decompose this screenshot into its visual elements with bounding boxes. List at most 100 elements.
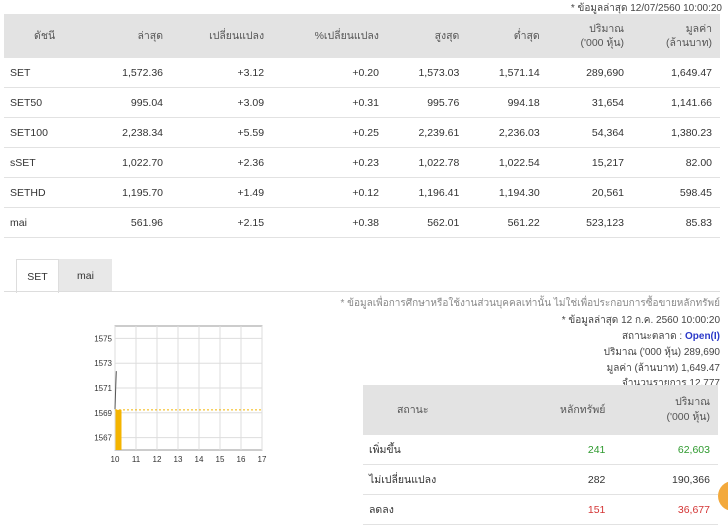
breadth-status: ไม่เปลี่ยนแปลง <box>363 464 506 495</box>
breadth-status: ลดลง <box>363 494 506 525</box>
breadth-volume: 36,677 <box>613 494 718 525</box>
cell-value: 598.45 <box>632 177 720 208</box>
tab-mai[interactable]: mai <box>59 259 112 291</box>
breadth-volume: 190,366 <box>613 464 718 495</box>
col-header-last: ล่าสุด <box>90 14 172 58</box>
market-status-value: Open(I) <box>685 331 720 342</box>
cell-high: 1,196.41 <box>386 177 468 208</box>
cell-value: 1,141.66 <box>632 87 720 118</box>
table-row: เพิ่มขึ้น 241 62,603 <box>363 435 718 465</box>
cell-low: 561.22 <box>467 207 548 238</box>
cell-change: +3.09 <box>171 87 273 118</box>
breadth-count: 282 <box>505 464 614 495</box>
table-row: mai 561.96 +2.15 +0.38 562.01 561.22 523… <box>4 207 720 238</box>
info-last-update: * ข้อมูลล่าสุด 12 ก.ค. 2560 10:00:20 <box>561 315 720 326</box>
cell-value: 82.00 <box>632 147 720 178</box>
cell-volume: 289,690 <box>547 58 633 88</box>
col-header-index: ดัชนี <box>4 14 91 58</box>
col-header-low: ต่ำสุด <box>467 14 548 58</box>
col-header-status: สถานะ <box>363 385 506 435</box>
col-header-value: มูลค่า (ล้านบาท) <box>632 14 720 58</box>
cell-pct-change: +0.25 <box>272 117 387 148</box>
cell-change: +1.49 <box>171 177 273 208</box>
col-header-high: สูงสุด <box>386 14 468 58</box>
cell-volume: 15,217 <box>547 147 633 178</box>
market-status: สถานะตลาด : Open(I) <box>622 329 720 344</box>
breadth-status: เพิ่มขึ้น <box>363 435 506 465</box>
index-name: SET <box>4 58 91 88</box>
cell-pct-change: +0.20 <box>272 58 387 88</box>
col-header-securities: หลักทรัพย์ <box>505 385 614 435</box>
cell-high: 562.01 <box>386 207 468 238</box>
chart-y-tick-label: 1569 <box>94 409 112 418</box>
disclaimer-text: * ข้อมูลเพื่อการศึกษาหรือใช้งานส่วนบุคคล… <box>340 298 721 309</box>
cell-value: 85.83 <box>632 207 720 238</box>
tab-divider <box>4 291 720 292</box>
cell-volume: 54,364 <box>547 117 633 148</box>
table-row: SET100 2,238.34 +5.59 +0.25 2,239.61 2,2… <box>4 117 720 148</box>
breadth-count: 241 <box>505 435 614 465</box>
index-link-sethd[interactable]: SETHD <box>4 177 91 208</box>
cell-pct-change: +0.38 <box>272 207 387 238</box>
index-name: mai <box>4 207 91 238</box>
table-row: SET 1,572.36 +3.12 +0.20 1,573.03 1,571.… <box>4 58 720 88</box>
scroll-to-top-button[interactable] <box>718 481 728 511</box>
table-header-row: สถานะ หลักทรัพย์ ปริมาณ ('000 หุ้น) <box>363 385 718 435</box>
table-header-row: ดัชนี ล่าสุด เปลี่ยนแปลง %เปลี่ยนแปลง สู… <box>4 14 720 58</box>
chart-y-tick-label: 1571 <box>94 384 112 393</box>
cell-last: 1,572.36 <box>90 58 172 88</box>
info-volume-value: 289,690 <box>683 347 720 358</box>
cell-volume: 20,561 <box>547 177 633 208</box>
market-breadth-table: สถานะ หลักทรัพย์ ปริมาณ ('000 หุ้น) เพิ่ม… <box>363 385 718 525</box>
cell-last: 1,195.70 <box>90 177 172 208</box>
cell-high: 2,239.61 <box>386 117 468 148</box>
index-link-set50[interactable]: SET50 <box>4 87 91 118</box>
cell-low: 1,022.54 <box>467 147 548 178</box>
cell-value: 1,380.23 <box>632 117 720 148</box>
cell-low: 2,236.03 <box>467 117 548 148</box>
breadth-volume: 62,603 <box>613 435 718 465</box>
chart-y-tick-label: 1567 <box>94 434 112 443</box>
col-header-pct-change: %เปลี่ยนแปลง <box>272 14 387 58</box>
cell-pct-change: +0.23 <box>272 147 387 178</box>
cell-high: 1,573.03 <box>386 58 468 88</box>
chart-x-tick-label: 12 <box>153 455 162 464</box>
chart-x-tick-label: 14 <box>195 455 204 464</box>
index-link-sset[interactable]: sSET <box>4 147 91 178</box>
cell-volume: 523,123 <box>547 207 633 238</box>
chart-y-tick-label: 1573 <box>94 359 112 368</box>
cell-high: 1,022.78 <box>386 147 468 178</box>
cell-last: 995.04 <box>90 87 172 118</box>
chart-x-tick-label: 11 <box>132 455 141 464</box>
cell-value: 1,649.47 <box>632 58 720 88</box>
chart-volume-bar <box>115 409 122 450</box>
cell-last: 1,022.70 <box>90 147 172 178</box>
cell-change: +3.12 <box>171 58 273 88</box>
cell-pct-change: +0.31 <box>272 87 387 118</box>
table-row: sSET 1,022.70 +2.36 +0.23 1,022.78 1,022… <box>4 147 720 178</box>
breadth-count: 151 <box>505 494 614 525</box>
cell-low: 1,194.30 <box>467 177 548 208</box>
market-tabs: SET mai <box>16 259 196 293</box>
cell-change: +2.36 <box>171 147 273 178</box>
col-header-volume: ปริมาณ ('000 หุ้น) <box>613 385 718 435</box>
table-row: ไม่เปลี่ยนแปลง 282 190,366 <box>363 464 718 495</box>
tab-set[interactable]: SET <box>16 259 59 293</box>
chart-y-tick-label: 1575 <box>94 334 112 343</box>
col-header-change: เปลี่ยนแปลง <box>171 14 273 58</box>
cell-last: 2,238.34 <box>90 117 172 148</box>
chart-x-tick-label: 16 <box>237 455 246 464</box>
info-value: มูลค่า (ล้านบาท) 1,649.47 <box>607 361 720 376</box>
col-header-volume: ปริมาณ ('000 หุ้น) <box>547 14 633 58</box>
index-link-set100[interactable]: SET100 <box>4 117 91 148</box>
info-value-value: 1,649.47 <box>681 363 720 374</box>
cell-high: 995.76 <box>386 87 468 118</box>
index-quote-table: ดัชนี ล่าสุด เปลี่ยนแปลง %เปลี่ยนแปลง สู… <box>4 14 720 238</box>
chart-x-tick-label: 15 <box>216 455 225 464</box>
chart-x-tick-label: 17 <box>258 455 267 464</box>
chart-x-tick-label: 10 <box>111 455 120 464</box>
table-row: SET50 995.04 +3.09 +0.31 995.76 994.18 3… <box>4 87 720 118</box>
info-value-label: มูลค่า (ล้านบาท) <box>606 363 679 374</box>
chart-x-tick-label: 13 <box>174 455 183 464</box>
cell-change: +2.15 <box>171 207 273 238</box>
